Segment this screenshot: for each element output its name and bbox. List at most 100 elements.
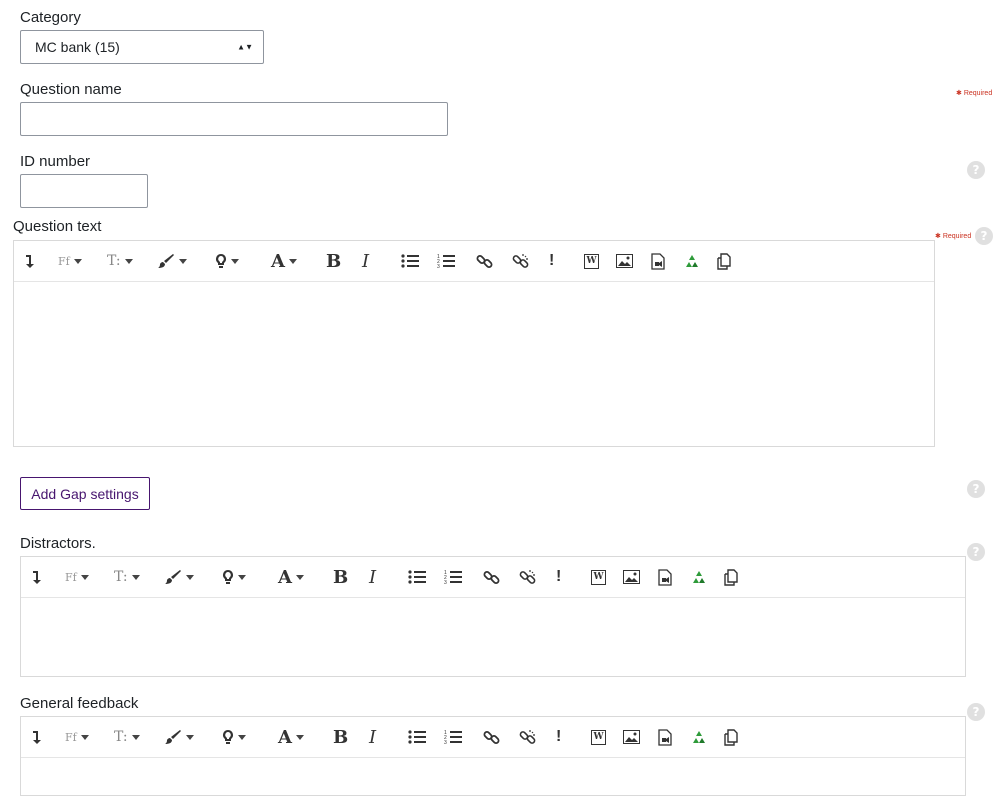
- question-text-required-indicator: ✱ Required: [935, 233, 972, 240]
- lightbulb-button[interactable]: [222, 557, 246, 597]
- toolbar-toggle-icon[interactable]: [24, 241, 36, 281]
- lightbulb-icon: [215, 253, 227, 269]
- font-size-button[interactable]: T:: [114, 717, 140, 757]
- unlink-button[interactable]: [519, 557, 536, 597]
- bold-button[interactable]: B: [326, 241, 341, 281]
- unlink-icon: [519, 569, 536, 586]
- word-import-button[interactable]: W: [591, 717, 606, 757]
- unlink-button[interactable]: [512, 241, 529, 281]
- italic-button[interactable]: I: [369, 557, 376, 597]
- distractors-editor-content[interactable]: [21, 597, 965, 676]
- media-button[interactable]: [658, 557, 672, 597]
- link-icon: [483, 729, 500, 746]
- word-icon: W: [584, 253, 599, 269]
- ordered-list-button[interactable]: 123: [437, 241, 455, 281]
- unordered-list-button[interactable]: [408, 717, 426, 757]
- image-button[interactable]: [616, 241, 633, 281]
- special-character-button[interactable]: !: [556, 557, 561, 597]
- font-color-button[interactable]: A: [278, 717, 304, 757]
- word-import-button[interactable]: W: [591, 557, 606, 597]
- media-button[interactable]: [658, 717, 672, 757]
- image-icon: [623, 730, 640, 744]
- image-button[interactable]: [623, 557, 640, 597]
- add-gap-settings-button[interactable]: Add Gap settings: [20, 477, 150, 510]
- required-text: Required: [963, 90, 993, 97]
- id-number-help-icon[interactable]: ?: [967, 161, 985, 179]
- question-name-label: Question name: [20, 81, 122, 98]
- editor-toolbar: Ff T: A B I 1 2 3! W: [21, 557, 965, 598]
- distractors-label: Distractors.: [20, 535, 96, 552]
- special-character-icon: !: [549, 252, 555, 269]
- font-family-icon: Ff: [65, 570, 77, 584]
- font-family-button[interactable]: Ff: [58, 241, 82, 281]
- id-number-input[interactable]: [20, 174, 148, 208]
- background-color-brush-button[interactable]: [164, 557, 194, 597]
- ordered-list-button[interactable]: 123: [444, 557, 462, 597]
- unlink-icon: [519, 729, 536, 746]
- font-color-button[interactable]: A: [278, 557, 304, 597]
- media-icon: [658, 568, 672, 586]
- recycle-button[interactable]: [691, 557, 707, 597]
- background-color-brush-button[interactable]: [164, 717, 194, 757]
- copy-paste-button[interactable]: [716, 241, 733, 281]
- svg-text:3: 3: [444, 580, 447, 585]
- recycle-button[interactable]: [691, 717, 707, 757]
- bold-icon: B: [333, 726, 349, 748]
- unordered-list-button[interactable]: [401, 241, 419, 281]
- distractors-help-icon[interactable]: ?: [967, 543, 985, 561]
- chevron-down-icon: [131, 574, 140, 580]
- word-import-button[interactable]: W: [584, 241, 599, 281]
- link-button[interactable]: [476, 241, 493, 281]
- chevron-down-icon: [73, 258, 82, 264]
- special-character-button[interactable]: !: [556, 717, 561, 757]
- toolbar-toggle-icon[interactable]: [31, 717, 43, 757]
- bold-button[interactable]: B: [333, 557, 348, 597]
- category-select[interactable]: MC bank (15) ▲▼: [20, 30, 264, 64]
- general-feedback-label: General feedback: [20, 695, 139, 712]
- question-name-input[interactable]: [20, 102, 448, 136]
- chevron-down-icon: [124, 258, 133, 264]
- question-text-help-icon[interactable]: ?: [975, 227, 993, 245]
- general-feedback-help-icon[interactable]: ?: [967, 703, 985, 721]
- toolbar-toggle-icon[interactable]: [31, 557, 43, 597]
- question-text-editor-content[interactable]: [14, 281, 934, 446]
- link-button[interactable]: [483, 557, 500, 597]
- link-button[interactable]: [483, 717, 500, 757]
- copy-paste-icon: [716, 252, 733, 270]
- lightbulb-button[interactable]: [222, 717, 246, 757]
- word-icon: W: [591, 569, 606, 585]
- italic-button[interactable]: I: [362, 241, 369, 281]
- unlink-button[interactable]: [519, 717, 536, 757]
- lightbulb-button[interactable]: [215, 241, 239, 281]
- copy-paste-button[interactable]: [723, 557, 740, 597]
- font-family-button[interactable]: Ff: [65, 717, 89, 757]
- media-button[interactable]: [651, 241, 665, 281]
- unlink-icon: [512, 253, 529, 270]
- word-import-icon: W: [591, 729, 606, 745]
- general-feedback-editor-content[interactable]: [21, 757, 965, 795]
- chevron-down-icon: [80, 734, 89, 740]
- font-size-button[interactable]: T:: [107, 241, 133, 281]
- chevron-down-icon: [186, 574, 194, 580]
- lightbulb-icon: [222, 569, 234, 585]
- font-size-button[interactable]: T:: [114, 557, 140, 597]
- font-color-button[interactable]: A: [271, 241, 297, 281]
- background-color-brush-button[interactable]: [157, 241, 187, 281]
- copy-paste-button[interactable]: [723, 717, 740, 757]
- category-selected-value: MC bank (15): [35, 39, 120, 55]
- font-size-icon: T:: [107, 253, 121, 269]
- question-text-editor: Ff T: A B I 1 2 3! W: [13, 240, 935, 447]
- add-gap-help-icon[interactable]: ?: [967, 480, 985, 498]
- special-character-button[interactable]: !: [549, 241, 554, 281]
- svg-text:3: 3: [444, 740, 447, 745]
- image-button[interactable]: [623, 717, 640, 757]
- ordered-list-button[interactable]: 123: [444, 717, 462, 757]
- bold-button[interactable]: B: [333, 717, 348, 757]
- unordered-list-button[interactable]: [408, 557, 426, 597]
- font-color-icon: A: [278, 566, 292, 588]
- media-icon: [651, 252, 665, 270]
- italic-button[interactable]: I: [369, 717, 376, 757]
- unordered-list-icon: [408, 570, 426, 584]
- recycle-button[interactable]: [684, 241, 700, 281]
- font-family-button[interactable]: Ff: [65, 557, 89, 597]
